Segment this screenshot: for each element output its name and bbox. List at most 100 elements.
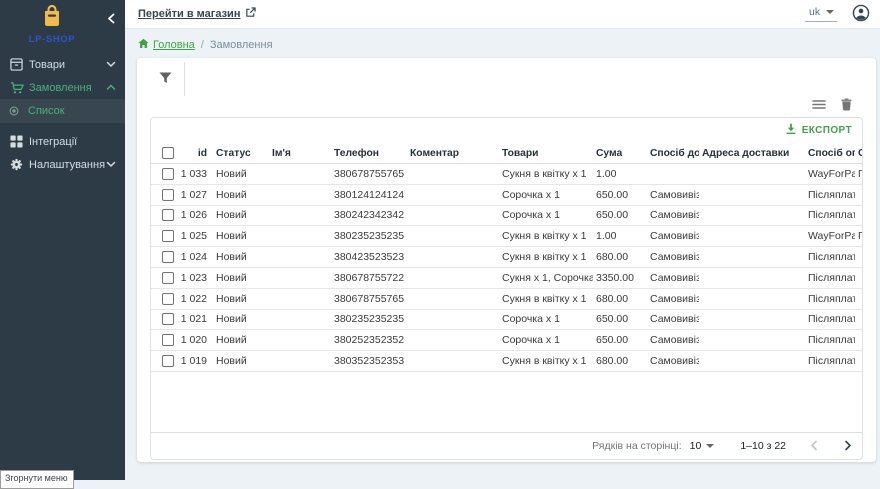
sidebar-item-label: Товари: [29, 59, 106, 71]
row-select-cell: [151, 168, 177, 180]
sidebar-item-label: Інтеграції: [29, 136, 125, 148]
cell-phone: 380242342342: [331, 209, 407, 221]
table-row[interactable]: 1 024 Новий 380423523523 Сукня в квітку …: [151, 247, 862, 268]
row-checkbox[interactable]: [162, 189, 174, 201]
cell-sum: 650.00: [593, 334, 647, 346]
home-icon: [138, 38, 149, 52]
next-page-button[interactable]: [844, 439, 852, 454]
delete-button[interactable]: [841, 98, 852, 114]
filter-button[interactable]: [159, 72, 172, 87]
language-select[interactable]: uk: [805, 6, 837, 22]
cell-payment-method: WayForPay: [805, 168, 855, 180]
column-header-sum[interactable]: Сума: [593, 148, 647, 159]
sidebar-item-label: Замовлення: [29, 82, 106, 94]
cell-sum: 650.00: [593, 313, 647, 325]
logo[interactable]: LP-SHOP: [0, 4, 104, 45]
cell-status: Новий: [213, 251, 269, 263]
column-header-products[interactable]: Товари: [499, 148, 593, 159]
store-link[interactable]: Перейти в магазин: [138, 7, 256, 21]
cell-phone: 380678755722: [331, 272, 407, 284]
orders-card: ЕКСПОРТ id Статус Ім'я Телефон Коментар …: [137, 58, 876, 462]
row-checkbox[interactable]: [162, 293, 174, 305]
column-header-comment[interactable]: Коментар: [407, 148, 499, 159]
column-header-phone[interactable]: Телефон: [331, 148, 407, 159]
cell-payment-status: П: [855, 168, 862, 180]
download-icon: [785, 123, 797, 138]
chevron-up-icon: [106, 82, 116, 94]
caret-down-icon: [826, 10, 834, 14]
pagination-nav: [810, 439, 852, 454]
cell-payment-method: Післяплата: [805, 251, 855, 263]
column-header-payment-method[interactable]: Спосіб оп...: [805, 148, 855, 159]
sidebar-item-settings[interactable]: Налаштування: [0, 153, 125, 176]
column-view-button[interactable]: [812, 98, 826, 114]
row-checkbox[interactable]: [162, 209, 174, 221]
row-checkbox[interactable]: [162, 355, 174, 367]
cell-id: 1 026: [177, 209, 213, 221]
row-select-cell: [151, 209, 177, 221]
row-checkbox[interactable]: [162, 272, 174, 284]
table-row[interactable]: 1 025 Новий 380235235235 Сукня в квітку …: [151, 226, 862, 247]
table-row[interactable]: 1 019 Новий 380352352353 Сукня в квітку …: [151, 351, 862, 372]
column-header-delivery-address[interactable]: Адреса доставки: [699, 148, 805, 159]
cell-id: 1 021: [177, 313, 213, 325]
column-header-status[interactable]: Статус: [213, 148, 269, 159]
column-header-name[interactable]: Ім'я: [269, 148, 331, 159]
table-row[interactable]: 1 021 Новий 380235235235 Сорочка x 1 650…: [151, 310, 862, 331]
cell-id: 1 022: [177, 293, 213, 305]
previous-page-button[interactable]: [810, 439, 818, 454]
table-row[interactable]: 1 022 Новий 380678755765 Сукня в квітку …: [151, 289, 862, 310]
row-checkbox[interactable]: [162, 168, 174, 180]
cell-delivery-method: Самовивіз: [647, 355, 699, 367]
breadcrumb-home-label: Головна: [153, 39, 195, 51]
row-checkbox[interactable]: [162, 334, 174, 346]
cell-id: 1 020: [177, 334, 213, 346]
export-label: ЕКСПОРТ: [802, 125, 852, 136]
column-header-payment-status[interactable]: С: [855, 148, 862, 159]
table-row[interactable]: 1 033 Новий 380678755765 Сукня в квітку …: [151, 164, 862, 185]
table-row[interactable]: 1 026 Новий 380242342342 Сорочка x 1 650…: [151, 206, 862, 227]
cell-phone: 380423523523: [331, 251, 407, 263]
select-all-checkbox[interactable]: [162, 147, 174, 159]
row-checkbox[interactable]: [162, 313, 174, 325]
export-row: ЕКСПОРТ: [151, 118, 862, 143]
sidebar-item-integrations[interactable]: Інтеграції: [0, 130, 125, 153]
sidebar-item-products[interactable]: Товари: [0, 53, 125, 76]
cell-sum: 1.00: [593, 230, 647, 242]
collapse-sidebar-button[interactable]: [105, 10, 118, 29]
breadcrumb-home-link[interactable]: Головна: [138, 38, 195, 52]
cell-status: Новий: [213, 189, 269, 201]
cell-products: Сорочка x 1: [499, 313, 593, 325]
cell-delivery-method: Самовивіз: [647, 272, 699, 284]
sidebar-item-label: Налаштування: [29, 159, 106, 171]
sidebar-item-orders-list[interactable]: Список: [0, 99, 125, 123]
sidebar-item-orders[interactable]: Замовлення: [0, 76, 125, 99]
store-link-label: Перейти в магазин: [138, 8, 240, 20]
cell-sum: 650.00: [593, 189, 647, 201]
pagination: Рядків на сторінці: 10 1–10 з 22: [151, 432, 862, 459]
table-row[interactable]: 1 023 Новий 380678755722 Сукня x 1, Соро…: [151, 268, 862, 289]
rows-per-page-select[interactable]: 10: [690, 440, 715, 452]
table-row[interactable]: 1 020 Новий 380252352352 Сорочка x 1 650…: [151, 330, 862, 351]
chevron-left-icon: [810, 439, 818, 454]
cell-delivery-method: Самовивіз: [647, 251, 699, 263]
row-select-cell: [151, 313, 177, 325]
table-row[interactable]: 1 027 Новий 380124124124 Сорочка x 1 650…: [151, 185, 862, 206]
cell-id: 1 033: [177, 168, 213, 180]
settings-gear-icon: [9, 158, 24, 171]
topbar: Перейти в магазин uk: [125, 0, 880, 29]
cell-payment-method: Післяплата: [805, 293, 855, 305]
export-button[interactable]: ЕКСПОРТ: [785, 123, 852, 138]
column-header-delivery-method[interactable]: Спосіб до...: [647, 148, 699, 159]
cell-phone: 380124124124: [331, 189, 407, 201]
cell-status: Новий: [213, 272, 269, 284]
logo-text: LP-SHOP: [0, 34, 104, 45]
column-header-id[interactable]: id: [177, 148, 213, 159]
card-actions: [812, 98, 852, 114]
row-checkbox[interactable]: [162, 251, 174, 263]
pagination-range: 1–10 з 22: [740, 440, 786, 452]
cell-status: Новий: [213, 313, 269, 325]
account-button[interactable]: [852, 4, 870, 25]
shopping-bag-logo-icon: [40, 15, 64, 32]
row-checkbox[interactable]: [162, 230, 174, 242]
